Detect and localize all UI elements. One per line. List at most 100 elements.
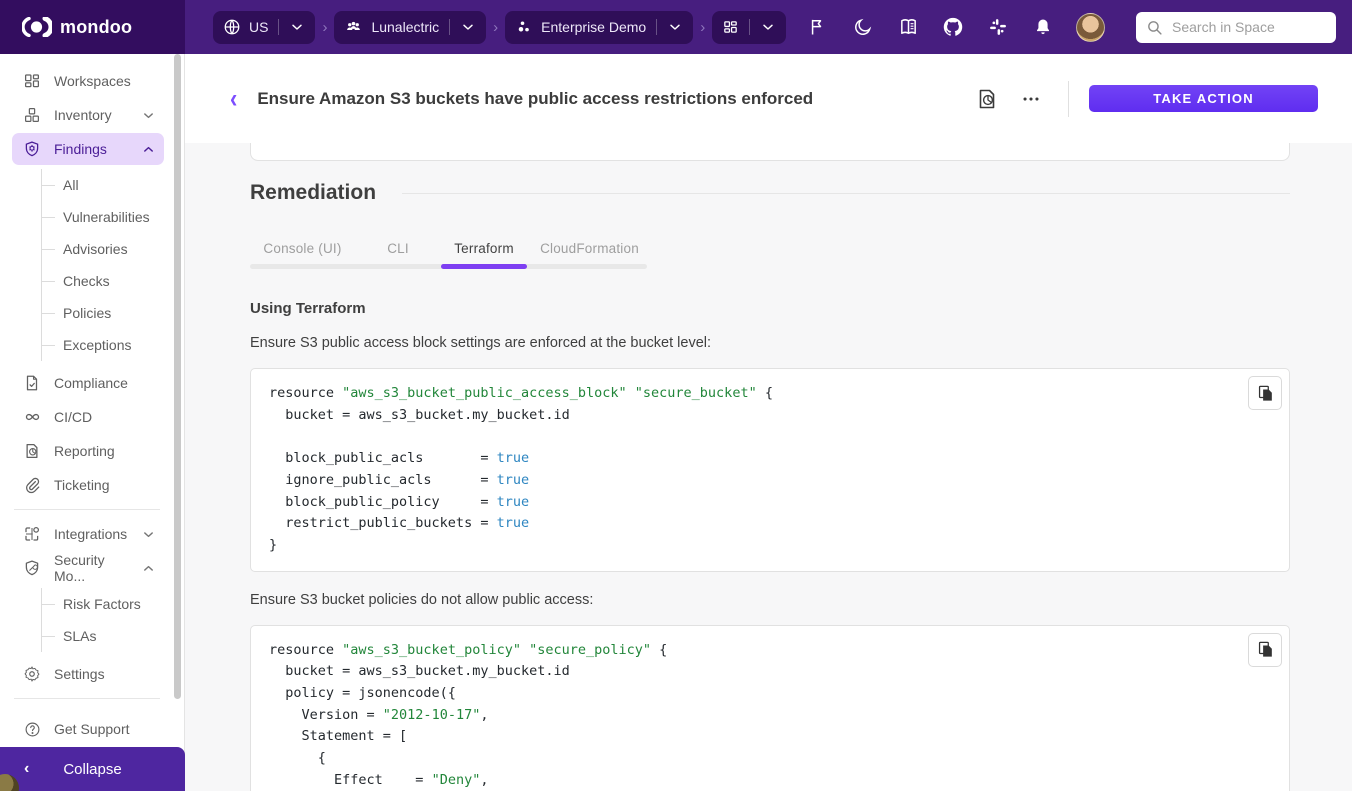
flag-icon[interactable]: [806, 15, 830, 39]
sidebar: Workspaces Inventory: [0, 54, 185, 791]
sidebar-item-label: Security Mo...: [54, 552, 129, 584]
slack-icon[interactable]: [986, 15, 1010, 39]
sidebar-item-policies[interactable]: Policies: [42, 297, 164, 329]
chevron-up-icon: [141, 142, 156, 157]
chevron-down-icon: [141, 527, 156, 542]
intro-paragraph-2: Ensure S3 bucket policies do not allow p…: [250, 592, 1290, 608]
region-selector[interactable]: US: [213, 11, 315, 44]
sidebar-item-vulnerabilities[interactable]: Vulnerabilities: [42, 201, 164, 233]
using-terraform-heading: Using Terraform: [250, 300, 1290, 317]
sidebar-item-slas[interactable]: SLAs: [42, 620, 164, 652]
chip-divider: [449, 19, 450, 35]
copy-code-button[interactable]: [1248, 633, 1282, 667]
tab-cli[interactable]: CLI: [355, 233, 441, 264]
brand-area[interactable]: mondoo: [0, 0, 185, 54]
section-rule: [402, 193, 1290, 194]
sidebar-divider: [14, 698, 160, 699]
inventory-cubes-icon: [22, 106, 42, 124]
chevron-up-icon: [141, 561, 156, 576]
breadcrumb-separator: ›: [493, 19, 498, 36]
sidebar-item-security-model[interactable]: Security Mo...: [12, 552, 164, 584]
collapse-sidebar-button[interactable]: ‹ Collapse: [0, 747, 185, 791]
sidebar-item-label: CI/CD: [54, 409, 156, 425]
sidebar-scrollbar[interactable]: [174, 54, 181, 699]
sidebar-item-settings[interactable]: Settings: [12, 658, 164, 690]
intro-paragraph-1: Ensure S3 public access block settings a…: [250, 335, 1290, 351]
sidebar-item-checks[interactable]: Checks: [42, 265, 164, 297]
sidebar-item-workspaces[interactable]: Workspaces: [12, 65, 164, 97]
sidebar-item-label: Ticketing: [54, 477, 156, 493]
workspace-selector[interactable]: [712, 11, 786, 44]
sidebar-item-cicd[interactable]: CI/CD: [12, 401, 164, 433]
remediation-tabs: Console (UI) CLI Terraform CloudFormatio…: [250, 233, 652, 269]
organization-icon: [344, 18, 363, 36]
copy-code-button[interactable]: [1248, 376, 1282, 410]
chevron-down-icon[interactable]: [289, 19, 305, 35]
previous-card-bottom: [250, 143, 1290, 161]
org-label: Lunalectric: [371, 19, 439, 35]
sidebar-item-compliance[interactable]: Compliance: [12, 367, 164, 399]
sidebar-item-integrations[interactable]: Integrations: [12, 518, 164, 550]
globe-icon: [223, 18, 241, 36]
terraform-code-block-2: resource "aws_s3_bucket_policy" "secure_…: [250, 625, 1290, 791]
page-title: Ensure Amazon S3 buckets have public acc…: [257, 89, 813, 109]
dark-mode-moon-icon[interactable]: [851, 15, 875, 39]
chevron-down-icon[interactable]: [760, 19, 776, 35]
chevron-left-icon: ‹: [24, 760, 29, 778]
sidebar-item-label: Workspaces: [54, 73, 156, 89]
main-content: ‹ Ensure Amazon S3 buckets have public a…: [185, 54, 1352, 791]
sidebar-item-label: Reporting: [54, 443, 156, 459]
github-icon[interactable]: [941, 15, 965, 39]
take-action-button[interactable]: TAKE ACTION: [1089, 85, 1318, 112]
sidebar-item-get-support[interactable]: Get Support: [12, 713, 164, 745]
help-question-icon: [22, 721, 42, 738]
sidebar-item-inventory[interactable]: Inventory: [12, 99, 164, 131]
search-input[interactable]: [1172, 19, 1326, 35]
tab-cloudformation[interactable]: CloudFormation: [527, 233, 652, 264]
topbar-actions: [806, 12, 1336, 43]
sidebar-item-advisories[interactable]: Advisories: [42, 233, 164, 265]
chevron-down-icon[interactable]: [667, 19, 683, 35]
org-selector[interactable]: Lunalectric: [334, 11, 486, 44]
user-avatar[interactable]: [1076, 13, 1105, 42]
sidebar-divider: [14, 509, 160, 510]
space-selector[interactable]: Enterprise Demo: [505, 11, 693, 44]
sidebar-item-findings-all[interactable]: All: [42, 169, 164, 201]
notifications-bell-icon[interactable]: [1031, 15, 1055, 39]
remediation-title: Remediation: [250, 181, 376, 205]
security-model-shield-wrench-icon: [22, 559, 42, 577]
header-actions: TAKE ACTION: [974, 81, 1318, 117]
sidebar-item-findings[interactable]: Findings: [12, 133, 164, 165]
reporting-doc-pie-icon: [22, 442, 42, 460]
sidebar-item-risk-factors[interactable]: Risk Factors: [42, 588, 164, 620]
chip-divider: [749, 19, 750, 35]
app-window: mondoo US ›: [0, 0, 1352, 791]
space-search: [1136, 12, 1336, 43]
region-label: US: [249, 19, 268, 35]
docs-book-icon[interactable]: [896, 15, 920, 39]
terraform-code-block-1: resource "aws_s3_bucket_public_access_bl…: [250, 368, 1290, 572]
space-dots-icon: [515, 18, 533, 36]
findings-shield-bug-icon: [22, 140, 42, 158]
sidebar-item-label: Get Support: [54, 721, 156, 737]
integrations-icon: [22, 525, 42, 543]
tab-console-ui[interactable]: Console (UI): [250, 233, 355, 264]
tab-active-indicator: [441, 264, 527, 269]
sidebar-item-label: Compliance: [54, 375, 156, 391]
sidebar-item-reporting[interactable]: Reporting: [12, 435, 164, 467]
more-options-ellipsis-icon[interactable]: [1018, 86, 1044, 112]
sidebar-item-label: Settings: [54, 666, 156, 682]
report-doc-pie-icon[interactable]: [974, 86, 1000, 112]
sidebar-item-label: Integrations: [54, 526, 129, 542]
workspace-grid-icon: [722, 19, 739, 36]
scroll-area[interactable]: Remediation Console (UI) CLI Terraform C…: [185, 143, 1352, 791]
code-content: resource "aws_s3_bucket_public_access_bl…: [269, 383, 1271, 557]
sidebar-item-exceptions[interactable]: Exceptions: [42, 329, 164, 361]
compliance-doc-check-icon: [22, 374, 42, 392]
sidebar-item-ticketing[interactable]: Ticketing: [12, 469, 164, 501]
tab-terraform[interactable]: Terraform: [441, 233, 527, 264]
space-label: Enterprise Demo: [541, 19, 646, 35]
chevron-down-icon[interactable]: [460, 19, 476, 35]
remediation-section-header: Remediation: [250, 181, 1290, 205]
back-button[interactable]: ‹: [230, 83, 237, 114]
